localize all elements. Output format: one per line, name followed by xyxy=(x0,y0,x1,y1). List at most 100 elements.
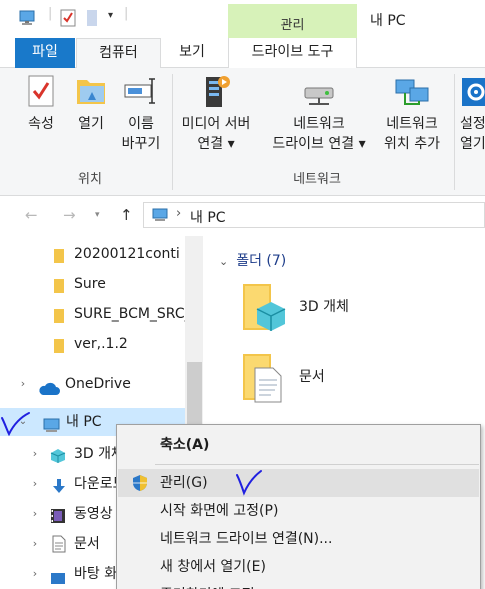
up-arrow-icon[interactable]: ↑ xyxy=(120,206,133,224)
this-pc-icon xyxy=(42,415,62,443)
nav-folder-label: 20200121conti xyxy=(74,246,180,262)
network-location-icon xyxy=(374,74,450,114)
nav-downloads-label: 다운로드 xyxy=(74,476,116,492)
add-network-location-button[interactable]: 네트워크 위치 추가 xyxy=(374,74,450,154)
nav-folder[interactable]: Sure xyxy=(0,270,185,298)
open-button[interactable]: 열기 xyxy=(70,74,112,134)
ribbon-group-divider xyxy=(172,74,173,190)
map-network-drive-button[interactable]: 네트워크 드라이브 연결 ▾ xyxy=(264,74,374,154)
expand-chevron-icon[interactable]: › xyxy=(28,500,42,528)
expand-chevron-icon[interactable]: › xyxy=(28,440,42,468)
desktop-icon xyxy=(50,568,66,588)
menu-item-open-new-window-label: 새 창에서 열기(E) xyxy=(160,559,266,575)
nav-desktop-label: 바탕 화면 xyxy=(74,566,116,582)
menu-item-pin-to-start-label: 시작 화면에 고정(P) xyxy=(160,503,279,519)
menu-item-map-network-drive[interactable]: 네트워크 드라이브 연결(N)... xyxy=(118,525,479,553)
expand-chevron-icon[interactable]: › xyxy=(28,470,42,498)
window-title: 내 PC xyxy=(370,13,406,29)
rename-label-line1: 이름 xyxy=(128,116,154,132)
ribbon: 속성 열기 이름 바꾸기 위치 미디어 서버 연결 ▾ 네트워크 드라이브 연결… xyxy=(0,68,485,196)
media-server-button[interactable]: 미디어 서버 연결 ▾ xyxy=(178,74,254,154)
menu-item-open-new-window[interactable]: 새 창에서 열기(E) xyxy=(118,553,479,581)
this-pc-icon xyxy=(152,208,170,226)
breadcrumb-chevron-icon[interactable]: › xyxy=(176,206,181,221)
back-arrow-icon[interactable]: ← xyxy=(25,206,38,224)
toolbar-divider: | xyxy=(124,6,129,21)
menu-separator xyxy=(155,464,479,465)
menu-item-cut-off-label: 즐겨찾기에 고정 xyxy=(160,581,255,589)
menu-item-manage-label: 관리(G) xyxy=(160,475,208,491)
nav-folder-label: Sure xyxy=(74,276,106,292)
manage-contextual-header: 관리 xyxy=(228,4,357,38)
expand-chevron-icon[interactable]: › xyxy=(16,370,30,398)
tab-view[interactable]: 보기 xyxy=(162,38,222,68)
settings-label-line1: 설정 xyxy=(460,116,485,132)
nav-scrollbar-thumb[interactable] xyxy=(187,362,202,432)
nav-onedrive[interactable]: › OneDrive xyxy=(0,370,185,398)
properties-quick-icon[interactable] xyxy=(60,9,76,31)
expand-chevron-icon[interactable]: › xyxy=(28,530,42,558)
location-group-label: 위치 xyxy=(78,172,102,187)
nav-folder[interactable]: ver,.1.2 xyxy=(0,330,185,358)
ribbon-group-divider xyxy=(454,74,455,190)
address-box[interactable]: › 내 PC xyxy=(143,202,485,228)
properties-icon xyxy=(20,74,62,114)
folder-item-label: 3D 개체 xyxy=(299,299,349,315)
tab-file[interactable]: 파일 xyxy=(15,38,75,68)
folder-item-3d-objects[interactable]: 3D 개체 xyxy=(241,280,441,340)
context-menu: 축소(A) 관리(G) 시작 화면에 고정(P) 네트워크 드라이브 연결(N)… xyxy=(116,424,481,589)
nav-folder[interactable]: 20200121conti xyxy=(0,240,185,268)
nav-videos[interactable]: › 동영상 xyxy=(0,500,116,528)
add-location-label-line1: 네트워크 xyxy=(386,116,438,132)
folders-section-label: 폴더 (7) xyxy=(236,253,287,269)
menu-item-cut-off[interactable]: 즐겨찾기에 고정 xyxy=(118,581,479,589)
settings-label-line2: 열기 xyxy=(460,136,485,152)
title-bar: | ▾ | 관리 내 PC xyxy=(0,0,485,38)
menu-item-manage[interactable]: 관리(G) xyxy=(118,469,479,497)
add-location-label-line2: 위치 추가 xyxy=(384,136,440,152)
nav-desktop[interactable]: › 바탕 화면 xyxy=(0,560,116,588)
forward-arrow-icon[interactable]: → xyxy=(63,206,76,224)
folders-section-header[interactable]: ⌄ 폴더 (7) xyxy=(219,250,286,270)
properties-button[interactable]: 속성 xyxy=(20,74,62,134)
toolbar-divider: | xyxy=(48,6,53,21)
nav-downloads[interactable]: › 다운로드 xyxy=(0,470,116,498)
section-collapse-chevron-icon[interactable]: ⌄ xyxy=(219,255,228,268)
menu-item-collapse[interactable]: 축소(A) xyxy=(118,431,479,459)
rename-icon xyxy=(118,74,164,114)
tab-drive-tools[interactable]: 드라이브 도구 xyxy=(228,38,357,68)
breadcrumb-this-pc[interactable]: 내 PC xyxy=(190,207,226,227)
nav-folder-label: ver,.1.2 xyxy=(74,336,128,352)
map-drive-label-line2: 드라이브 연결 ▾ xyxy=(272,136,366,152)
recent-locations-chevron-icon[interactable]: ▾ xyxy=(95,210,100,220)
menu-item-collapse-label: 축소(A) xyxy=(160,437,210,453)
folder-item-label: 문서 xyxy=(299,369,325,385)
manage-header-label: 관리 xyxy=(280,18,305,33)
folder-icon xyxy=(52,306,66,328)
menu-item-pin-to-start[interactable]: 시작 화면에 고정(P) xyxy=(118,497,479,525)
tab-computer[interactable]: 컴퓨터 xyxy=(76,38,161,69)
map-drive-label-line1: 네트워크 xyxy=(293,116,345,132)
nav-videos-label: 동영상 xyxy=(74,506,113,522)
network-group-label: 네트워크 xyxy=(293,172,341,187)
nav-folder-label: SURE_BCM_SRC_ xyxy=(74,306,185,322)
nav-3d-objects[interactable]: › 3D 개체 xyxy=(0,440,116,468)
rename-button[interactable]: 이름 바꾸기 xyxy=(118,74,164,154)
expand-chevron-icon[interactable]: › xyxy=(28,560,42,588)
nav-folder[interactable]: SURE_BCM_SRC_ xyxy=(0,300,185,328)
settings-gear-icon xyxy=(460,74,485,114)
download-arrow-icon xyxy=(52,476,66,498)
customize-quick-access-icon[interactable]: ▾ xyxy=(108,10,113,21)
nav-onedrive-label: OneDrive xyxy=(65,376,131,392)
media-server-label-line2: 연결 ▾ xyxy=(197,136,235,152)
new-folder-quick-icon[interactable] xyxy=(86,9,98,31)
open-settings-button[interactable]: 설정 열기 xyxy=(460,74,485,154)
video-film-icon xyxy=(50,506,66,528)
properties-label: 속성 xyxy=(28,116,54,132)
document-icon xyxy=(52,535,66,558)
address-bar-row: ← → ▾ ↑ › 내 PC xyxy=(0,198,485,234)
open-label: 열기 xyxy=(78,116,104,132)
folder-item-documents[interactable]: 문서 xyxy=(241,350,441,410)
open-icon xyxy=(70,74,112,114)
nav-documents[interactable]: › 문서 xyxy=(0,530,116,558)
